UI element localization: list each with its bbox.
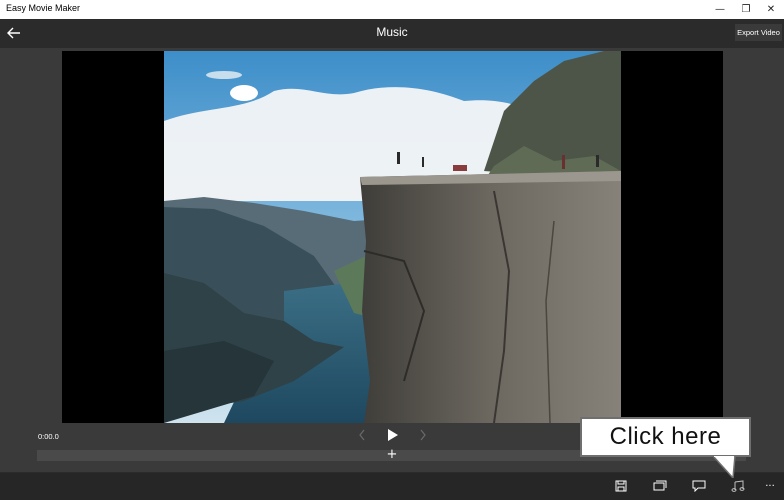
restore-icon: ❐ bbox=[741, 4, 751, 15]
click-here-callout: Click here bbox=[580, 417, 751, 457]
page-title: Music bbox=[376, 25, 408, 39]
minimize-button[interactable]: — bbox=[707, 0, 733, 19]
music-icon bbox=[731, 480, 745, 492]
chevron-right-icon bbox=[420, 429, 426, 441]
preview-image bbox=[164, 51, 621, 423]
callout-pointer-icon bbox=[711, 456, 736, 478]
minimize-icon: — bbox=[715, 4, 725, 15]
caption-icon bbox=[692, 480, 706, 492]
save-button[interactable] bbox=[611, 476, 631, 496]
chevron-left-icon bbox=[359, 429, 365, 441]
previous-frame-button[interactable] bbox=[355, 427, 369, 443]
add-clip-button[interactable]: + bbox=[385, 448, 399, 462]
slides-button[interactable] bbox=[650, 476, 670, 496]
more-options-button[interactable]: ··· bbox=[760, 476, 780, 496]
save-icon bbox=[615, 480, 627, 492]
app-title: Easy Movie Maker bbox=[6, 3, 81, 13]
window-titlebar: Easy Movie Maker — ❐ ✕ bbox=[0, 0, 784, 19]
page-header: Music bbox=[0, 19, 784, 48]
close-icon: ✕ bbox=[766, 4, 776, 15]
playback-time: 0:00.0 bbox=[38, 432, 59, 441]
play-button[interactable] bbox=[386, 427, 400, 443]
close-button[interactable]: ✕ bbox=[758, 0, 784, 19]
more-icon: ··· bbox=[765, 480, 775, 492]
restore-button[interactable]: ❐ bbox=[733, 0, 759, 19]
next-frame-button[interactable] bbox=[416, 427, 430, 443]
callout-text: Click here bbox=[609, 423, 722, 450]
music-button[interactable] bbox=[728, 476, 748, 496]
play-icon bbox=[388, 429, 398, 441]
caption-button[interactable] bbox=[689, 476, 709, 496]
slides-icon bbox=[653, 480, 667, 491]
export-video-button[interactable]: Export Video bbox=[735, 24, 782, 41]
